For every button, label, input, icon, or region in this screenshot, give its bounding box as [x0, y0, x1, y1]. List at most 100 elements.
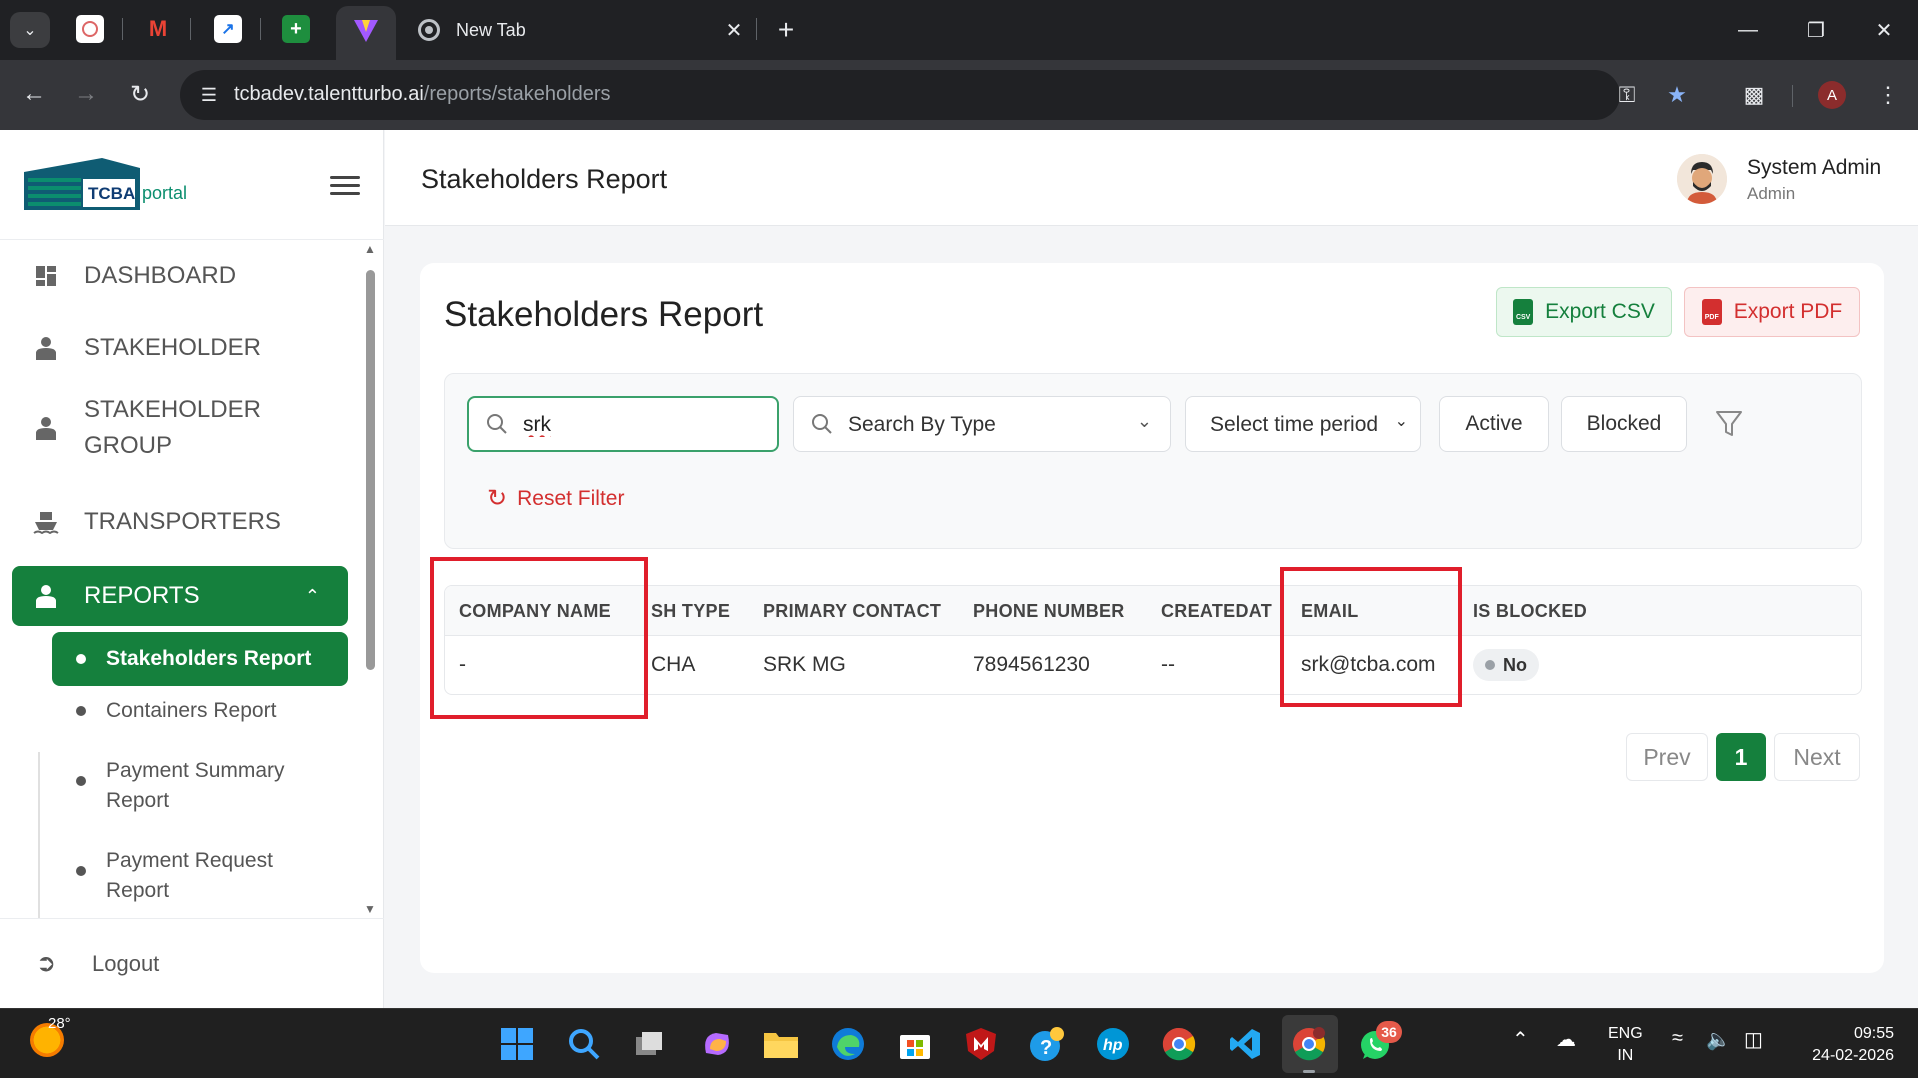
- bullet-icon: [76, 776, 86, 786]
- reset-filter-button[interactable]: ↻ Reset Filter: [487, 484, 624, 513]
- user-name[interactable]: System Admin: [1747, 156, 1881, 180]
- svg-text:TCBA: TCBA: [88, 184, 135, 203]
- time-period-select[interactable]: Select time period ⌄: [1185, 396, 1421, 452]
- search-input[interactable]: [523, 410, 763, 440]
- filter-panel: Search By Type ⌄ Select time period ⌄ Ac…: [444, 373, 1862, 549]
- close-window-button[interactable]: ✕: [1864, 10, 1904, 50]
- filter-icon[interactable]: [1709, 404, 1749, 444]
- chrome-button[interactable]: [1160, 1025, 1198, 1063]
- restore-button[interactable]: ❐: [1796, 10, 1836, 50]
- tab-new-tab[interactable]: New Tab ✕: [408, 10, 748, 50]
- microsoft-store-button[interactable]: [896, 1025, 934, 1063]
- submenu-item-payment-request-report[interactable]: Payment Request Report: [52, 846, 348, 906]
- site-info-icon[interactable]: ☰: [194, 80, 224, 110]
- submenu-item-payment-summary-report[interactable]: Payment Summary Report: [52, 756, 348, 816]
- reload-button[interactable]: ↻: [120, 74, 160, 114]
- wifi-icon[interactable]: ≈: [1672, 1027, 1683, 1050]
- blocked-filter-button[interactable]: Blocked: [1561, 396, 1687, 452]
- column-header-sh-type[interactable]: SH TYPE: [651, 601, 730, 622]
- pinned-tab-3[interactable]: ↗: [214, 15, 242, 43]
- sidebar-item-label: STAKEHOLDER GROUP: [84, 396, 261, 459]
- hamburger-menu-icon[interactable]: [330, 170, 360, 200]
- extensions-icon[interactable]: ▩: [1734, 75, 1774, 115]
- bookmark-star-icon[interactable]: ★: [1662, 80, 1692, 110]
- store-icon: [900, 1035, 930, 1059]
- submenu-item-containers-report[interactable]: Containers Report: [52, 696, 348, 726]
- table-row[interactable]: - CHA SRK MG 7894561230 -- srk@tcba.com …: [445, 636, 1861, 694]
- search-field[interactable]: [467, 396, 779, 452]
- column-header-phone-number[interactable]: PHONE NUMBER: [973, 601, 1125, 622]
- browser-menu-icon[interactable]: ⋮: [1868, 75, 1908, 115]
- sidebar-item-dashboard[interactable]: DASHBOARD: [12, 254, 348, 298]
- battery-icon[interactable]: ◫: [1744, 1027, 1763, 1052]
- sidebar-scrollbar[interactable]: ▲ ▼: [362, 240, 378, 918]
- scrollbar-thumb[interactable]: [366, 270, 375, 670]
- export-csv-button[interactable]: CSV Export CSV: [1496, 287, 1672, 337]
- column-header-createdat[interactable]: CREATEDAT: [1161, 601, 1272, 622]
- logout-icon: ➲: [36, 950, 57, 977]
- person-icon: [26, 416, 66, 440]
- chevron-down-icon: ⌄: [1394, 413, 1408, 430]
- file-explorer-button[interactable]: [762, 1025, 800, 1063]
- address-bar[interactable]: ☰ tcbadev.talentturbo.ai/reports/stakeho…: [180, 70, 1687, 120]
- pdf-file-icon: PDF: [1701, 299, 1722, 325]
- active-filter-button[interactable]: Active: [1439, 396, 1549, 452]
- onedrive-icon[interactable]: ☁: [1556, 1027, 1576, 1052]
- site-favicon-icon: [82, 21, 98, 37]
- new-tab-button[interactable]: +: [768, 12, 804, 48]
- svg-text:hp: hp: [1103, 1037, 1123, 1054]
- taskbar-search-button[interactable]: [565, 1025, 603, 1063]
- pinned-tab-active[interactable]: [336, 6, 396, 60]
- sidebar-item-reports[interactable]: REPORTS ⌃: [12, 566, 348, 626]
- sidebar-item-label: DASHBOARD: [84, 262, 237, 289]
- chrome-profile-button[interactable]: [1290, 1025, 1328, 1073]
- system-clock[interactable]: 09:55 24-02-2026: [1796, 1023, 1894, 1067]
- submenu-item-stakeholders-report[interactable]: Stakeholders Report: [52, 632, 348, 686]
- scroll-down-icon[interactable]: ▼: [364, 902, 376, 916]
- pagination-next-button[interactable]: Next: [1774, 733, 1860, 781]
- windows-taskbar: 28° ? hp 36 ⌃ ☁ ENG IN ≈ 🔈 ◫ 09:55 24-02…: [0, 1008, 1918, 1078]
- mcafee-button[interactable]: [962, 1025, 1000, 1063]
- volume-icon[interactable]: 🔈: [1706, 1027, 1731, 1052]
- forward-button[interactable]: →: [66, 74, 106, 114]
- sidebar-item-stakeholder-group[interactable]: STAKEHOLDER GROUP: [12, 390, 348, 466]
- tab-close-icon[interactable]: ✕: [720, 16, 748, 44]
- logout-button[interactable]: ➲ Logout: [0, 918, 384, 1008]
- vscode-button[interactable]: [1226, 1025, 1264, 1063]
- avatar[interactable]: [1677, 154, 1727, 204]
- bullet-icon: [76, 654, 86, 664]
- export-pdf-label: Export PDF: [1733, 300, 1843, 323]
- edge-button[interactable]: [829, 1025, 867, 1063]
- chrome-icon: [1162, 1027, 1196, 1061]
- minimize-button[interactable]: —: [1728, 10, 1768, 50]
- chevron-down-icon: ⌄: [1136, 411, 1152, 431]
- pinned-tab-gmail[interactable]: M: [144, 15, 172, 43]
- pagination-page-1[interactable]: 1: [1716, 733, 1766, 781]
- tray-overflow-icon[interactable]: ⌃: [1512, 1027, 1529, 1052]
- tab-search-button[interactable]: ⌄: [10, 12, 50, 48]
- search-icon: [569, 1029, 600, 1060]
- language-indicator[interactable]: ENG IN: [1608, 1023, 1643, 1067]
- column-header-primary-contact[interactable]: PRIMARY CONTACT: [763, 601, 941, 622]
- sidebar-item-stakeholder[interactable]: STAKEHOLDER: [12, 326, 348, 370]
- sidebar-item-transporters[interactable]: TRANSPORTERS: [12, 500, 348, 544]
- scroll-up-icon[interactable]: ▲: [364, 242, 376, 256]
- task-view-button[interactable]: [630, 1025, 668, 1063]
- help-icon: ?: [1030, 1027, 1064, 1061]
- copilot-button[interactable]: [698, 1025, 736, 1063]
- help-button[interactable]: ?: [1028, 1025, 1066, 1063]
- export-pdf-button[interactable]: PDF Export PDF: [1684, 287, 1860, 337]
- pinned-tab-1[interactable]: [76, 15, 104, 43]
- back-button[interactable]: ←: [14, 74, 54, 114]
- browser-toolbar: ← → ↻ ☰ tcbadev.talentturbo.ai/reports/s…: [0, 60, 1918, 130]
- url-text[interactable]: tcbadev.talentturbo.ai/reports/stakehold…: [234, 83, 611, 106]
- pagination-prev-button[interactable]: Prev: [1626, 733, 1708, 781]
- column-header-is-blocked[interactable]: IS BLOCKED: [1473, 601, 1587, 622]
- password-key-icon[interactable]: ⚿: [1612, 80, 1642, 110]
- hp-button[interactable]: hp: [1094, 1025, 1132, 1063]
- start-button[interactable]: [498, 1025, 536, 1063]
- search-by-type-select[interactable]: Search By Type ⌄: [793, 396, 1171, 452]
- profile-avatar[interactable]: A: [1818, 81, 1846, 109]
- bullet-icon: [76, 706, 86, 716]
- pinned-tab-sheets[interactable]: +: [282, 15, 310, 43]
